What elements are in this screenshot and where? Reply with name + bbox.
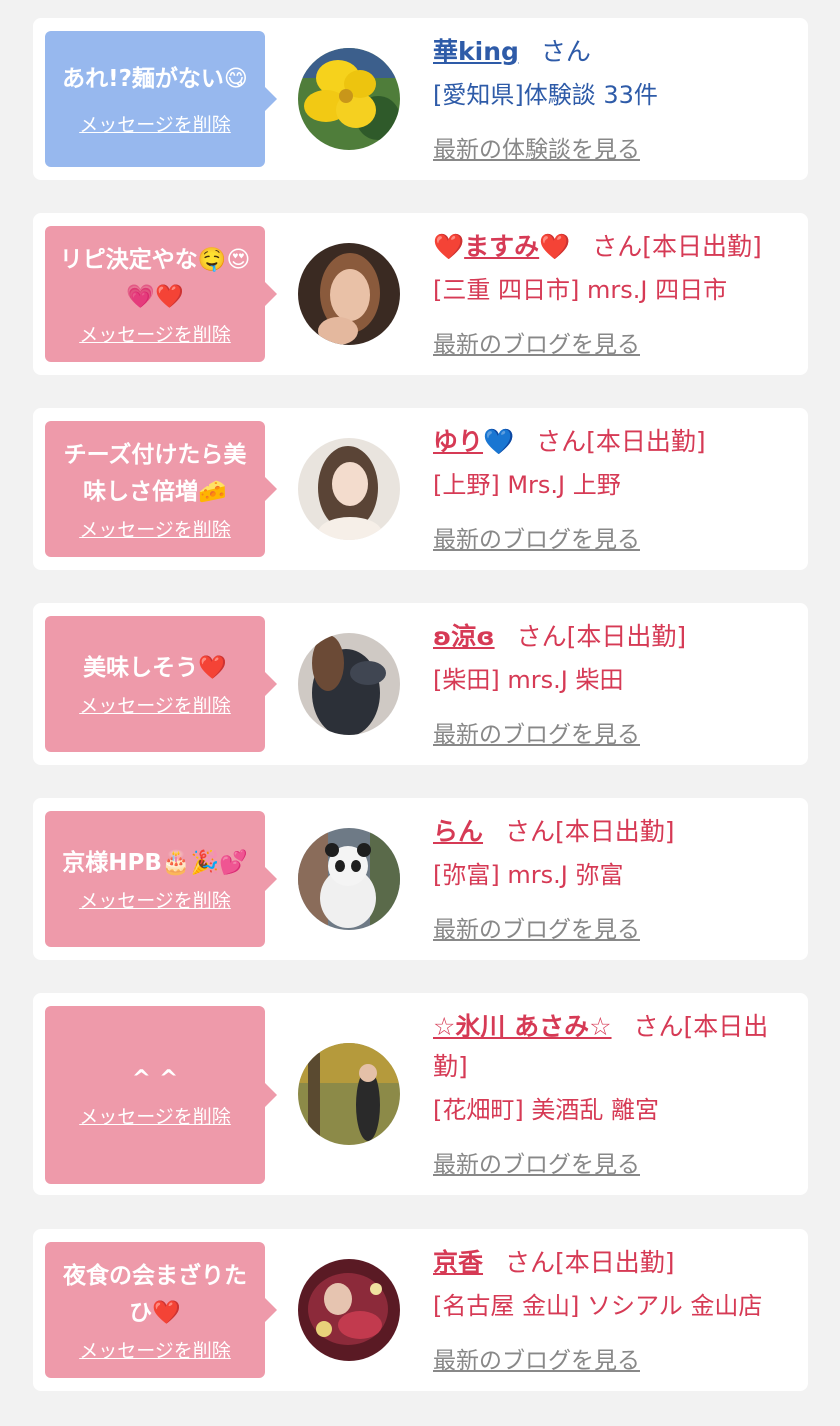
name-suffix: さん[本日出勤] — [505, 817, 675, 846]
store-info: [上野] Mrs.J 上野 — [433, 471, 621, 499]
message-bubble: 美味しそう❤️ メッセージを削除 — [45, 616, 277, 752]
message-text: ^ ^ — [131, 1066, 179, 1092]
store-info: [花畑町] 美酒乱 離宮 — [433, 1096, 659, 1124]
message-bubble: リピ決定やな🤤😍💗❤️ メッセージを削除 — [45, 226, 277, 362]
entry-info: らん さん[本日出勤] [弥富] mrs.J 弥富 最新のブログを見る — [433, 812, 786, 944]
user-name-link[interactable]: ☆氷川 あさみ☆ — [433, 1012, 612, 1041]
user-name-link[interactable]: らん — [433, 817, 483, 846]
avatar[interactable] — [298, 243, 400, 345]
list-item: リピ決定やな🤤😍💗❤️ メッセージを削除 ❤️ますみ❤️ さん[本日出勤] [三重… — [33, 213, 808, 375]
store-info: [弥富] mrs.J 弥富 — [433, 861, 624, 889]
message-text: あれ!?麺がない😋 — [62, 66, 248, 92]
entry-info: 京香 さん[本日出勤] [名古屋 金山] ソシアル 金山店 最新のブログを見る — [433, 1243, 786, 1375]
name-suffix: さん — [540, 37, 591, 66]
list-item: 夜食の会まざりたひ❤️ メッセージを削除 京香 さん[本日出勤] [名古屋 金山]… — [33, 1229, 808, 1391]
message-bubble: あれ!?麺がない😋 メッセージを削除 — [45, 31, 277, 167]
latest-link[interactable]: 最新のブログを見る — [433, 1341, 640, 1375]
entry-info: 華king さん [愛知県]体験談 33件 最新の体験談を見る — [433, 32, 786, 164]
user-name-link[interactable]: ゆり — [433, 427, 483, 456]
latest-link[interactable]: 最新のブログを見る — [433, 910, 640, 944]
delete-message-link[interactable]: メッセージを削除 — [79, 110, 231, 137]
heart-icon: ❤️ — [433, 232, 465, 261]
heart-icon: ❤️ — [539, 232, 571, 261]
name-suffix: さん[本日出勤] — [536, 427, 706, 456]
message-text: 京様HPB🎂🎉💕 — [62, 850, 248, 876]
avatar[interactable] — [298, 438, 400, 540]
latest-link[interactable]: 最新のブログを見る — [433, 715, 640, 749]
delete-message-link[interactable]: メッセージを削除 — [79, 1102, 231, 1129]
store-info: [三重 四日市] mrs.J 四日市 — [433, 276, 728, 304]
message-text: チーズ付けたら美味しさ倍増🧀 — [63, 441, 247, 505]
delete-message-link[interactable]: メッセージを削除 — [79, 886, 231, 913]
blue-heart-icon: 💙 — [483, 427, 515, 456]
list-item: チーズ付けたら美味しさ倍増🧀 メッセージを削除 ゆり💙 さん[本日出勤] [上野]… — [33, 408, 808, 570]
entry-info: ❤️ますみ❤️ さん[本日出勤] [三重 四日市] mrs.J 四日市 最新のブロ… — [433, 227, 786, 359]
delete-message-link[interactable]: メッセージを削除 — [79, 691, 231, 718]
message-bubble: チーズ付けたら美味しさ倍増🧀 メッセージを削除 — [45, 421, 277, 557]
entry-info: ☆氷川 あさみ☆ さん[本日出勤] [花畑町] 美酒乱 離宮 最新のブログを見る — [433, 1007, 786, 1179]
entry-info: ʚ涼ɞ さん[本日出勤] [柴田] mrs.J 柴田 最新のブログを見る — [433, 617, 786, 749]
message-text: 美味しそう❤️ — [83, 655, 227, 681]
delete-message-link[interactable]: メッセージを削除 — [79, 1336, 231, 1363]
avatar[interactable] — [298, 48, 400, 150]
store-info: [柴田] mrs.J 柴田 — [433, 666, 624, 694]
list-item: あれ!?麺がない😋 メッセージを削除 華king さん [愛知県]体験談 33件 … — [33, 18, 808, 180]
avatar[interactable] — [298, 633, 400, 735]
user-name-link[interactable]: 華king — [433, 37, 519, 66]
latest-link[interactable]: 最新のブログを見る — [433, 520, 640, 554]
user-name-link[interactable]: ʚ涼ɞ — [433, 622, 495, 651]
entry-info: ゆり💙 さん[本日出勤] [上野] Mrs.J 上野 最新のブログを見る — [433, 422, 786, 554]
message-bubble: ^ ^ メッセージを削除 — [45, 1006, 277, 1184]
name-suffix: さん[本日出勤] — [505, 1248, 675, 1277]
message-bubble: 夜食の会まざりたひ❤️ メッセージを削除 — [45, 1242, 277, 1378]
list-item: 京様HPB🎂🎉💕 メッセージを削除 らん さん[本日出勤] [弥富] mrs.J … — [33, 798, 808, 960]
latest-link[interactable]: 最新のブログを見る — [433, 1145, 640, 1179]
list-item: ^ ^ メッセージを削除 ☆氷川 あさみ☆ さん[本日出勤] [花畑町] 美酒乱 … — [33, 993, 808, 1195]
name-suffix: さん[本日出勤] — [592, 232, 762, 261]
user-name-link[interactable]: 京香 — [433, 1248, 483, 1277]
store-info: [愛知県]体験談 33件 — [433, 81, 658, 109]
avatar[interactable] — [298, 1259, 400, 1361]
message-text: 夜食の会まざりたひ❤️ — [63, 1262, 247, 1326]
avatar[interactable] — [298, 1043, 400, 1145]
message-list: あれ!?麺がない😋 メッセージを削除 華king さん [愛知県]体験談 33件 … — [0, 0, 840, 1426]
name-suffix: さん[本日出勤] — [516, 622, 687, 651]
avatar[interactable] — [298, 828, 400, 930]
latest-link[interactable]: 最新のブログを見る — [433, 325, 640, 359]
delete-message-link[interactable]: メッセージを削除 — [79, 320, 231, 347]
list-item: 美味しそう❤️ メッセージを削除 ʚ涼ɞ さん[本日出勤] [柴田] mrs.J … — [33, 603, 808, 765]
delete-message-link[interactable]: メッセージを削除 — [79, 515, 231, 542]
user-name-link[interactable]: ますみ — [464, 232, 539, 261]
latest-link[interactable]: 最新の体験談を見る — [433, 130, 640, 164]
store-info: [名古屋 金山] ソシアル 金山店 — [433, 1292, 763, 1320]
message-bubble: 京様HPB🎂🎉💕 メッセージを削除 — [45, 811, 277, 947]
message-text: リピ決定やな🤤😍💗❤️ — [59, 246, 251, 310]
